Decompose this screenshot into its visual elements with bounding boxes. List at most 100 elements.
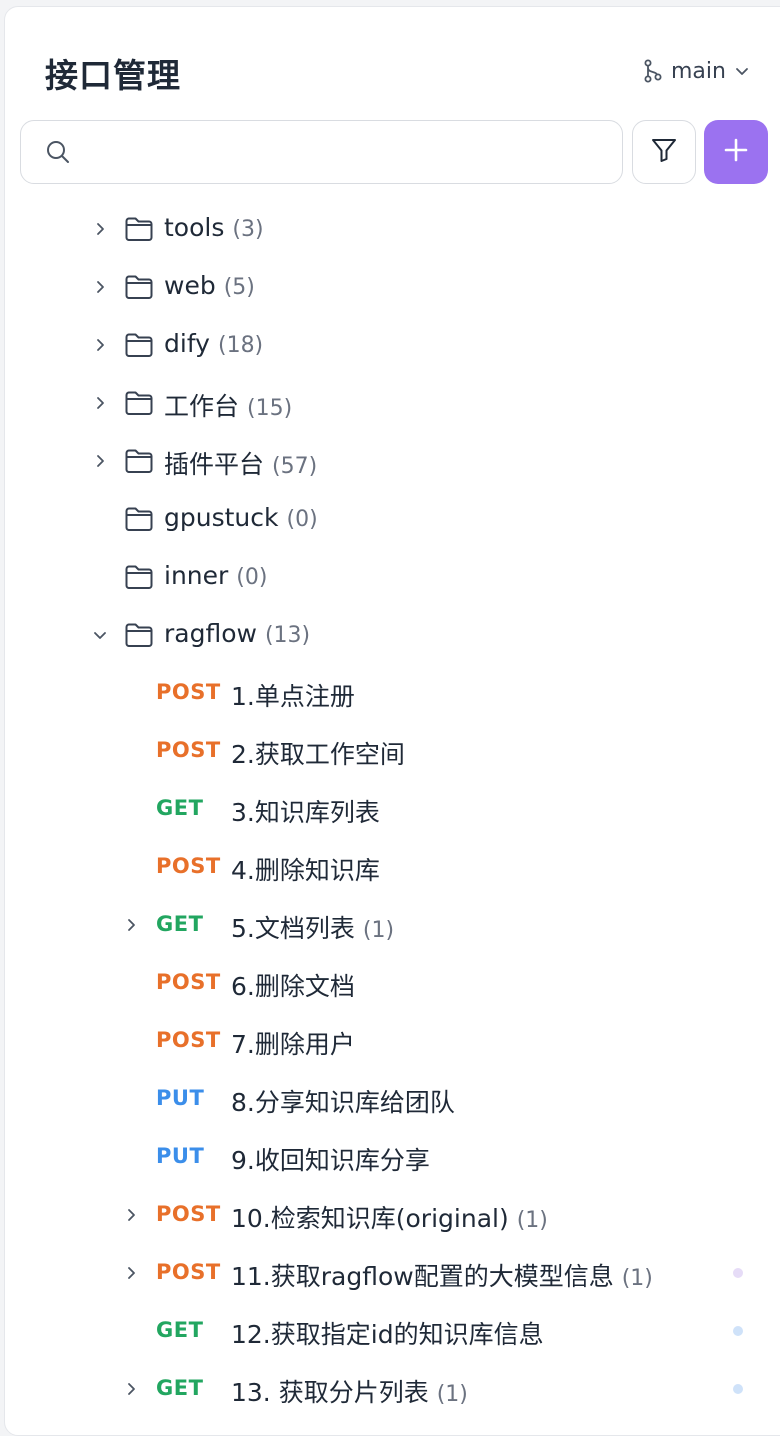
folder-count: (18) [217, 333, 264, 358]
folder-count: (57) [272, 454, 318, 479]
chevron-right-icon[interactable] [121, 1379, 141, 1399]
folder-count: (0) [286, 507, 318, 532]
endpoint-name: 3.知识库列表 [231, 793, 380, 829]
chevron-down-icon[interactable] [90, 625, 110, 645]
endpoint-count: (1) [516, 1208, 548, 1233]
endpoint-row[interactable]: PUT 9.收回知识库分享 [0, 1137, 780, 1177]
filter-icon [649, 135, 679, 169]
endpoint-count: (1) [621, 1266, 653, 1291]
endpoint-label: 4.删除知识库 [231, 856, 380, 885]
folder-name: ragflow (13) [164, 619, 310, 648]
search-box[interactable] [20, 120, 623, 184]
folder-count: (5) [223, 275, 255, 300]
endpoint-name: 5.文档列表 (1) [231, 909, 394, 945]
folder-icon [124, 274, 154, 300]
endpoint-row[interactable]: POST 2.获取工作空间 [0, 731, 780, 771]
endpoint-name: 4.删除知识库 [231, 851, 380, 887]
endpoint-label: 2.获取工作空间 [231, 740, 405, 769]
endpoint-name: 12.获取指定id的知识库信息 [231, 1315, 544, 1351]
search-input[interactable] [83, 139, 606, 165]
folder-name: 插件平台 (57) [164, 445, 317, 481]
endpoint-row[interactable]: POST 6.删除文档 [0, 963, 780, 1003]
folder-icon [124, 564, 154, 590]
endpoint-name: 2.获取工作空间 [231, 735, 405, 771]
http-method-badge: PUT [156, 1144, 205, 1168]
folder-count: (13) [264, 623, 311, 648]
folder-label: web [164, 271, 216, 300]
endpoint-name: 6.删除文档 [231, 967, 355, 1003]
http-method-badge: PUT [156, 1086, 205, 1110]
endpoint-count: (1) [362, 918, 395, 943]
http-method-badge: POST [156, 1260, 221, 1284]
http-method-badge: POST [156, 854, 221, 878]
endpoint-name: 13. 获取分片列表 (1) [231, 1373, 468, 1409]
endpoint-label: 13. 获取分片列表 [231, 1378, 429, 1407]
status-dot [733, 1326, 743, 1336]
folder-name: inner (0) [164, 561, 267, 590]
endpoint-row[interactable]: POST 4.删除知识库 [0, 847, 780, 887]
http-method-badge: POST [156, 1028, 221, 1052]
folder-row[interactable]: inner (0) [0, 557, 780, 597]
http-method-badge: GET [156, 1376, 204, 1400]
chevron-right-icon[interactable] [90, 277, 110, 297]
http-method-badge: POST [156, 738, 221, 762]
http-method-badge: POST [156, 970, 221, 994]
http-method-badge: POST [156, 680, 221, 704]
endpoint-label: 12.获取指定id的知识库信息 [231, 1320, 544, 1349]
folder-count: (15) [247, 396, 293, 421]
folder-row[interactable]: gpustuck (0) [0, 499, 780, 539]
http-method-badge: POST [156, 1202, 221, 1226]
git-branch-icon [643, 59, 663, 83]
chevron-right-icon[interactable] [121, 1263, 141, 1283]
endpoint-row[interactable]: POST 7.删除用户 [0, 1021, 780, 1061]
chevron-right-icon[interactable] [90, 335, 110, 355]
folder-count: (0) [236, 565, 268, 590]
chevron-right-icon[interactable] [121, 915, 141, 935]
endpoint-name: 8.分享知识库给团队 [231, 1083, 455, 1119]
endpoint-name: 1.单点注册 [231, 677, 355, 713]
endpoint-row[interactable]: GET 13. 获取分片列表 (1) [0, 1369, 780, 1409]
folder-row[interactable]: 工作台 (15) [0, 383, 780, 423]
folder-label: ragflow [164, 619, 257, 648]
search-icon [45, 139, 71, 165]
chevron-right-icon[interactable] [90, 393, 110, 413]
folder-label: dify [164, 329, 210, 358]
http-method-badge: GET [156, 1318, 204, 1342]
folder-row[interactable]: ragflow (13) [0, 615, 780, 655]
filter-button[interactable] [632, 120, 696, 184]
endpoint-name: 11.获取ragflow配置的大模型信息 (1) [231, 1257, 653, 1293]
folder-count: (3) [232, 217, 264, 242]
branch-selector[interactable]: main [643, 55, 750, 87]
endpoint-row[interactable]: POST 1.单点注册 [0, 673, 780, 713]
folder-name: gpustuck (0) [164, 503, 318, 532]
http-method-badge: GET [156, 912, 204, 936]
folder-name: 工作台 (15) [164, 387, 292, 423]
chevron-right-icon[interactable] [90, 451, 110, 471]
endpoint-label: 3.知识库列表 [231, 798, 380, 827]
endpoint-name: 7.删除用户 [231, 1025, 355, 1061]
chevron-right-icon[interactable] [121, 1205, 141, 1225]
folder-row[interactable]: web (5) [0, 267, 780, 307]
status-dot [733, 1384, 743, 1394]
folder-row[interactable]: 插件平台 (57) [0, 441, 780, 481]
folder-name: tools (3) [164, 213, 264, 242]
endpoint-label: 8.分享知识库给团队 [231, 1088, 455, 1117]
folder-icon [124, 506, 154, 532]
endpoint-count: (1) [436, 1382, 468, 1407]
add-button[interactable] [704, 120, 768, 184]
endpoint-row[interactable]: GET 5.文档列表 (1) [0, 905, 780, 945]
folder-label: tools [164, 213, 225, 242]
folder-icon [124, 448, 154, 474]
endpoint-row[interactable]: GET 12.获取指定id的知识库信息 [0, 1311, 780, 1351]
endpoint-label: 11.获取ragflow配置的大模型信息 [231, 1262, 614, 1291]
folder-row[interactable]: tools (3) [0, 209, 780, 249]
chevron-right-icon[interactable] [90, 219, 110, 239]
folder-row[interactable]: dify (18) [0, 325, 780, 365]
folder-name: dify (18) [164, 329, 263, 358]
folder-icon [124, 332, 154, 358]
folder-label: 工作台 [164, 392, 240, 421]
endpoint-row[interactable]: GET 3.知识库列表 [0, 789, 780, 829]
endpoint-row[interactable]: POST 10.检索知识库(original) (1) [0, 1195, 780, 1235]
endpoint-row[interactable]: PUT 8.分享知识库给团队 [0, 1079, 780, 1119]
endpoint-row[interactable]: POST 11.获取ragflow配置的大模型信息 (1) [0, 1253, 780, 1293]
